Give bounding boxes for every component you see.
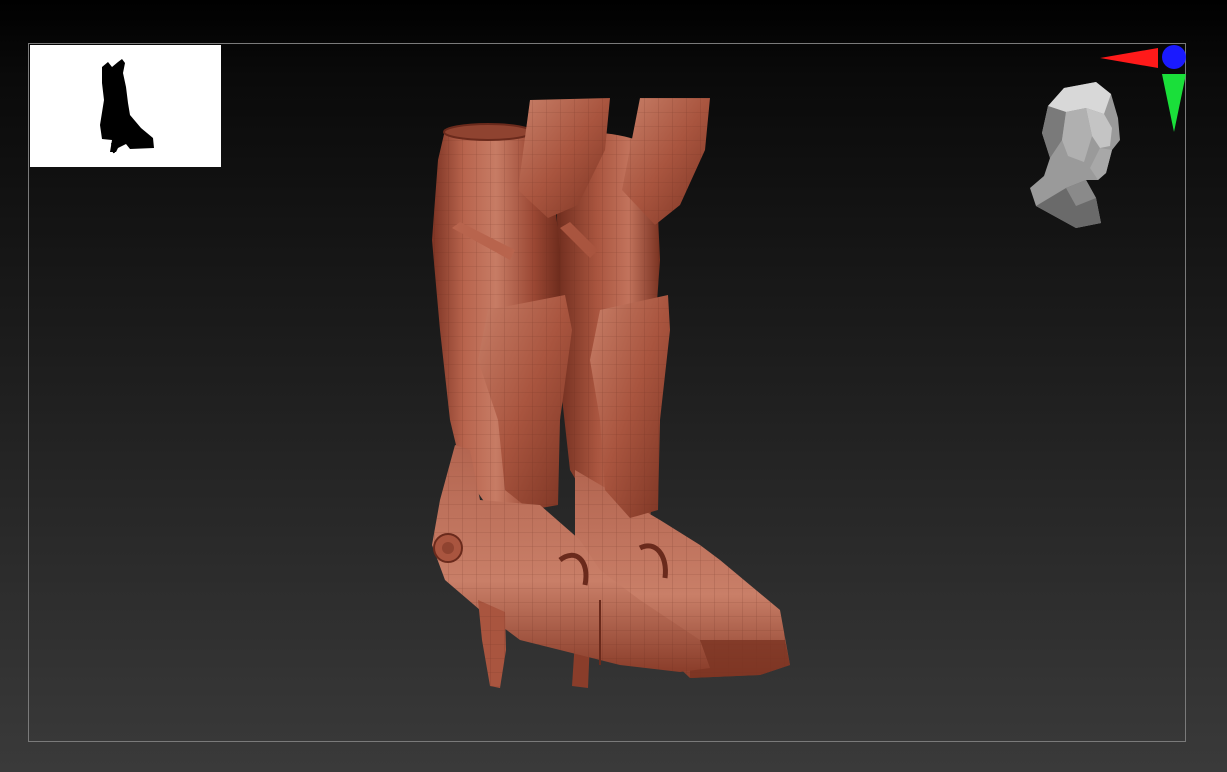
y-axis-arrow-icon <box>1162 74 1186 132</box>
z-axis-dot-icon <box>1162 45 1186 69</box>
axis-gizmo-icon[interactable] <box>1098 40 1190 135</box>
x-axis-arrow-icon <box>1100 48 1158 68</box>
